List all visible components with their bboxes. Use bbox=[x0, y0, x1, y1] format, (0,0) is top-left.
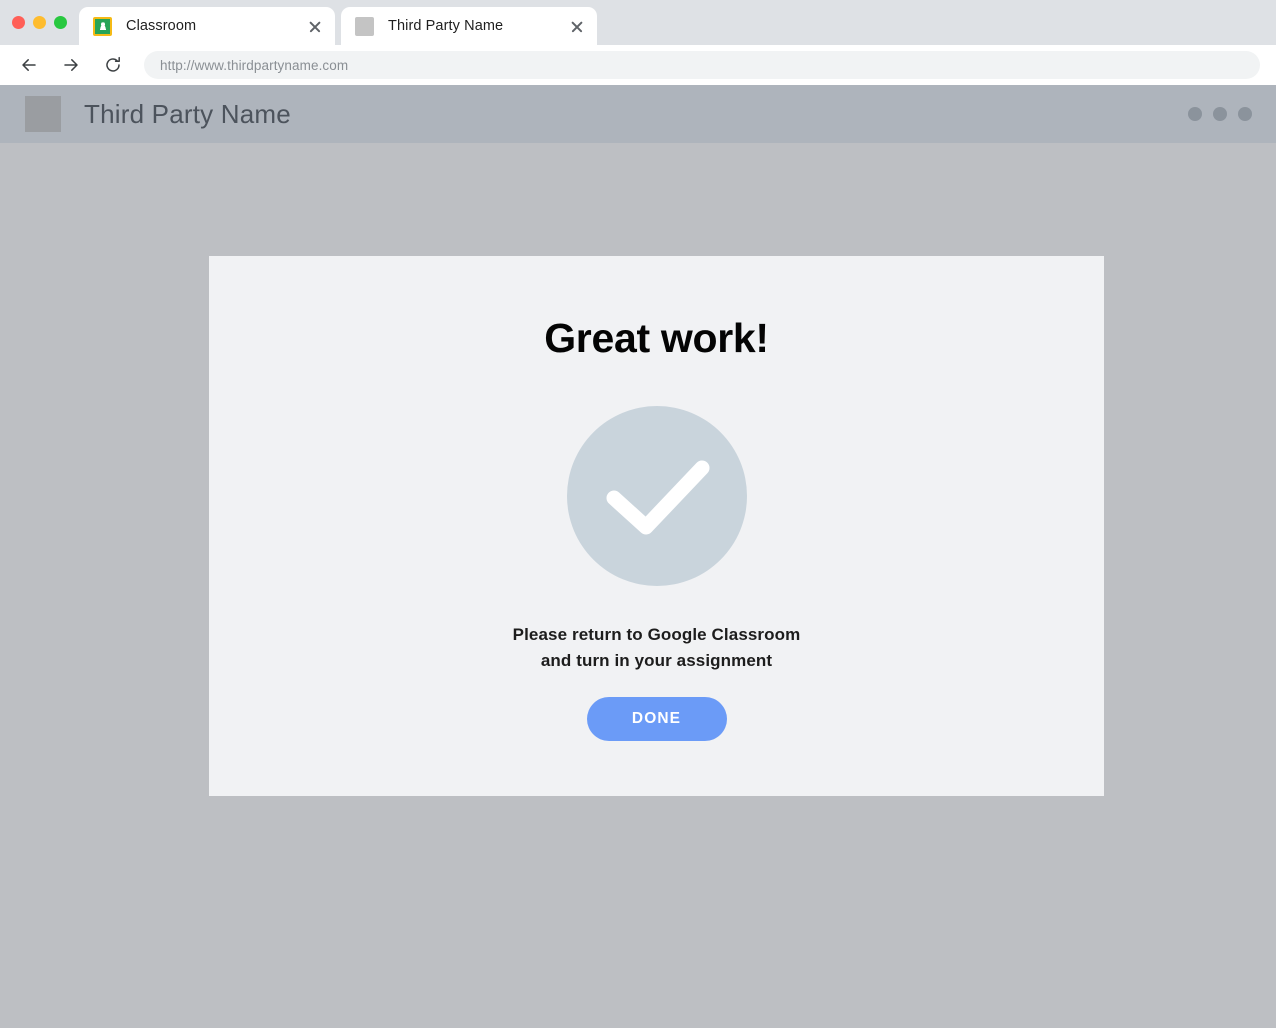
reload-icon[interactable] bbox=[97, 49, 129, 81]
maximize-window-button[interactable] bbox=[54, 16, 67, 29]
tab-third-party-name-label: Third Party Name bbox=[388, 18, 504, 34]
address-bar-url: http://www.thirdpartyname.com bbox=[160, 57, 349, 73]
page-title: Great work! bbox=[544, 315, 769, 361]
address-bar[interactable]: http://www.thirdpartyname.com bbox=[144, 51, 1260, 79]
browser-window: Classroom Third Party Name http://www.th… bbox=[0, 0, 1276, 1028]
browser-toolbar: http://www.thirdpartyname.com bbox=[0, 45, 1276, 85]
instruction-line-2: and turn in your assignment bbox=[540, 651, 773, 670]
tab-third-party-name[interactable]: Third Party Name bbox=[341, 7, 597, 45]
google-classroom-icon bbox=[93, 16, 112, 36]
completion-card: Great work! Please return to Google Clas… bbox=[209, 256, 1104, 796]
close-icon[interactable] bbox=[567, 16, 587, 36]
site-title: Third Party Name bbox=[84, 98, 291, 129]
tab-classroom-label: Classroom bbox=[126, 18, 197, 34]
instruction-text: Please return to Google Classroom and tu… bbox=[513, 622, 801, 674]
site-logo-placeholder-icon bbox=[25, 96, 61, 132]
tab-classroom[interactable]: Classroom bbox=[79, 7, 335, 45]
forward-arrow-icon[interactable] bbox=[55, 49, 87, 81]
close-window-button[interactable] bbox=[12, 16, 25, 29]
browser-tab-strip: Classroom Third Party Name bbox=[0, 0, 1276, 45]
done-button[interactable]: DONE bbox=[586, 697, 727, 741]
checkmark-circle-icon bbox=[566, 406, 747, 586]
menu-dot bbox=[1213, 107, 1227, 121]
instruction-line-1: Please return to Google Classroom bbox=[512, 625, 801, 644]
page-content: Great work! Please return to Google Clas… bbox=[0, 143, 1276, 1028]
site-header: Third Party Name bbox=[0, 85, 1276, 143]
menu-dot bbox=[1238, 107, 1252, 121]
menu-dot bbox=[1188, 107, 1202, 121]
back-arrow-icon[interactable] bbox=[13, 49, 45, 81]
window-controls bbox=[0, 0, 79, 45]
three-dots-menu-icon[interactable] bbox=[1188, 107, 1252, 121]
generic-site-icon bbox=[355, 16, 374, 36]
minimize-window-button[interactable] bbox=[33, 16, 46, 29]
close-icon[interactable] bbox=[305, 16, 325, 36]
